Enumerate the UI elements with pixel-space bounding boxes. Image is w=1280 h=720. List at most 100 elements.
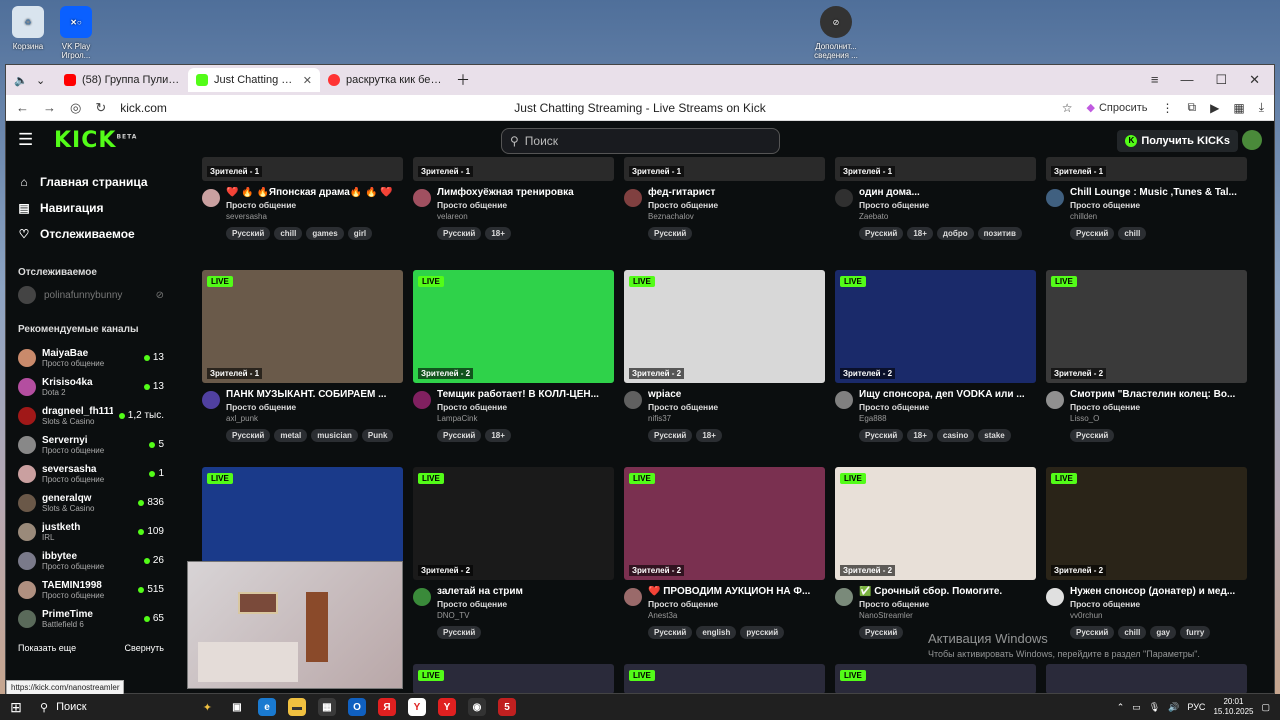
streamer-name[interactable]: Zaebato [859,212,1036,221]
store-icon[interactable]: ▦ [318,698,336,716]
stream-title[interactable]: wpiace [648,389,825,400]
stream-card[interactable]: Зрителей - 1 один дома... Просто общение Za… [835,157,1036,240]
stream-category[interactable]: Просто общение [859,599,1036,609]
stream-title[interactable]: Нужен спонсор (донатер) и мед... [1070,586,1247,597]
stream-thumbnail[interactable]: LIVE Зрителей - 2 [413,467,614,580]
sidebar-channel[interactable]: dragneel_fh111 Slots & Casino 1,2 тыс. [18,401,164,430]
stream-category[interactable]: Просто общение [859,402,1036,412]
tag[interactable]: metal [274,429,308,442]
stream-title[interactable]: Ищу спонсора, деп VODKA или ... [859,389,1036,400]
stream-title[interactable]: Темщик работает! В КОЛЛ-ЦЕН... [437,389,614,400]
tab-kick[interactable]: Just Chatting Streams ✕ [188,68,320,92]
tag[interactable]: 18+ [907,227,933,240]
tag[interactable]: girl [347,227,373,240]
language-indicator[interactable]: РУС [1187,702,1205,712]
ask-button[interactable]: ◆ Спросить [1087,101,1148,115]
stream-category[interactable]: Просто общение [1070,402,1247,412]
tag[interactable]: Русский [859,626,904,639]
menu-icon[interactable]: ☰ [18,130,40,150]
stream-title[interactable]: ❤️ 🔥 🔥Японская драма🔥 🔥 ❤️ [226,187,403,198]
mic-icon[interactable]: 🎙 [1149,702,1160,713]
stream-card[interactable]: Зрителей - 1 ❤️ 🔥 🔥Японская драма🔥 🔥 ❤️ Пр… [202,157,403,240]
streamer-name[interactable]: nifis37 [648,414,825,423]
info-shortcut-icon[interactable]: ⊘ Дополнит... сведения ... [808,6,864,60]
streamer-name[interactable]: Beznachalov [648,212,825,221]
bookmarks-icon[interactable]: ≡ [1151,72,1159,88]
close-icon[interactable]: ✕ [303,74,312,87]
vk-play-icon[interactable]: ✕○ VK Play Игрол... [48,6,104,60]
tag[interactable]: chill [1118,227,1147,240]
stream-title[interactable]: ✅ Срочный сбор. Помогите. [859,586,1036,597]
stream-card[interactable]: LIVE Зрителей - 2 wpiace Просто общение nifi… [624,270,825,442]
avatar[interactable] [413,391,431,409]
stream-card[interactable]: LIVE Зрителей - 2 ✅ Срочный сбор. Помогите… [835,467,1036,639]
tag[interactable]: stake [978,429,1011,442]
tag[interactable]: Русский [648,429,693,442]
streamer-name[interactable]: LampaCink [437,414,614,423]
avatar[interactable] [413,189,431,207]
tag[interactable]: Русский [1070,227,1115,240]
sidebar-channel[interactable]: TAEMIN1998 Просто общение 515 [18,575,164,604]
nav-browse[interactable]: ▤ Навигация [18,195,164,221]
stream-thumbnail[interactable]: LIVE Зрителей - 2 [624,270,825,383]
tag[interactable]: Русский [437,227,482,240]
followed-channel[interactable]: polinafunnybunny ⊘ [18,286,164,304]
yandex-browser-icon[interactable]: Y [408,698,426,716]
avatar[interactable] [1046,588,1064,606]
yandex-icon[interactable]: Я [378,698,396,716]
clock[interactable]: 20:01 15.10.2025 [1213,697,1253,717]
stream-title[interactable]: Chill Lounge : Music ,Tunes & Tal... [1070,187,1247,198]
avatar[interactable] [624,189,642,207]
stream-title[interactable]: один дома... [859,187,1036,198]
app-icon[interactable]: ◉ [468,698,486,716]
avatar[interactable] [202,189,220,207]
tag[interactable]: Русский [648,227,693,240]
back-icon[interactable]: ← [16,100,29,115]
stream-thumbnail[interactable]: Зрителей - 1 [624,157,825,181]
sidebar-channel[interactable]: ibbytee Просто общение 26 [18,546,164,575]
url-field[interactable]: kick.com [120,101,167,115]
streamer-name[interactable]: vv0rchun [1070,611,1247,620]
tab-search[interactable]: раскрутка кик беслатно [320,68,452,92]
stream-thumbnail[interactable]: LIVE [624,664,825,693]
tag[interactable]: 18+ [696,429,722,442]
stream-title[interactable]: Смотрим "Властелин колец: Во... [1070,389,1247,400]
media-icon[interactable]: ▶ [1210,101,1219,115]
tab-youtube[interactable]: (58) Группа Пули Дни - Л [56,68,188,92]
streamer-name[interactable]: chillden [1070,212,1247,221]
sidebar-channel[interactable]: justketh IRL 109 [18,517,164,546]
tag[interactable]: Русский [859,227,904,240]
stream-category[interactable]: Просто общение [437,599,614,609]
stream-card[interactable]: Зрителей - 1 Лимфохуёжная тренировка Прост… [413,157,614,240]
streamer-name[interactable]: seversasha [226,212,403,221]
stream-thumbnail[interactable]: Зрителей - 1 [202,157,403,181]
stream-thumbnail[interactable]: LIVE Зрителей - 2 [1046,270,1247,383]
stream-category[interactable]: Просто общение [437,402,614,412]
streamer-name[interactable]: DNO_TV [437,611,614,620]
streamer-name[interactable]: NanoStreamler [859,611,1036,620]
tag[interactable]: Русский [648,626,693,639]
protect-icon[interactable]: ◎ [70,100,81,116]
yandex-music-icon[interactable]: Y [438,698,456,716]
tag[interactable]: Punk [361,429,394,442]
stream-thumbnail[interactable]: LIVE Зрителей - 1 [202,270,403,383]
outlook-icon[interactable]: O [348,698,366,716]
collapse-button[interactable]: Свернуть [125,643,164,653]
tag[interactable]: добро [936,227,974,240]
stream-card[interactable]: LIVE [835,664,1036,693]
stream-thumbnail[interactable]: LIVE Зрителей - 2 [835,467,1036,580]
stream-category[interactable]: Просто общение [648,402,825,412]
stream-title[interactable]: залетай на стрим [437,586,614,597]
avatar[interactable] [835,588,853,606]
stream-category[interactable]: Просто общение [1070,200,1247,210]
stream-title[interactable]: Лимфохуёжная тренировка [437,187,614,198]
stream-category[interactable]: Просто общение [859,200,1036,210]
reload-icon[interactable]: ↻ [95,100,106,116]
show-more-button[interactable]: Показать еще [18,643,76,653]
streamer-name[interactable]: axl_punk [226,414,403,423]
stream-card[interactable]: Зрителей - 1 Chill Lounge : Music ,Tunes … [1046,157,1247,240]
kick-logo[interactable]: KICKBETA [54,128,137,153]
tag[interactable]: русский [740,626,785,639]
task-view-icon[interactable]: ▣ [228,698,246,716]
explorer-icon[interactable]: ▬ [288,698,306,716]
